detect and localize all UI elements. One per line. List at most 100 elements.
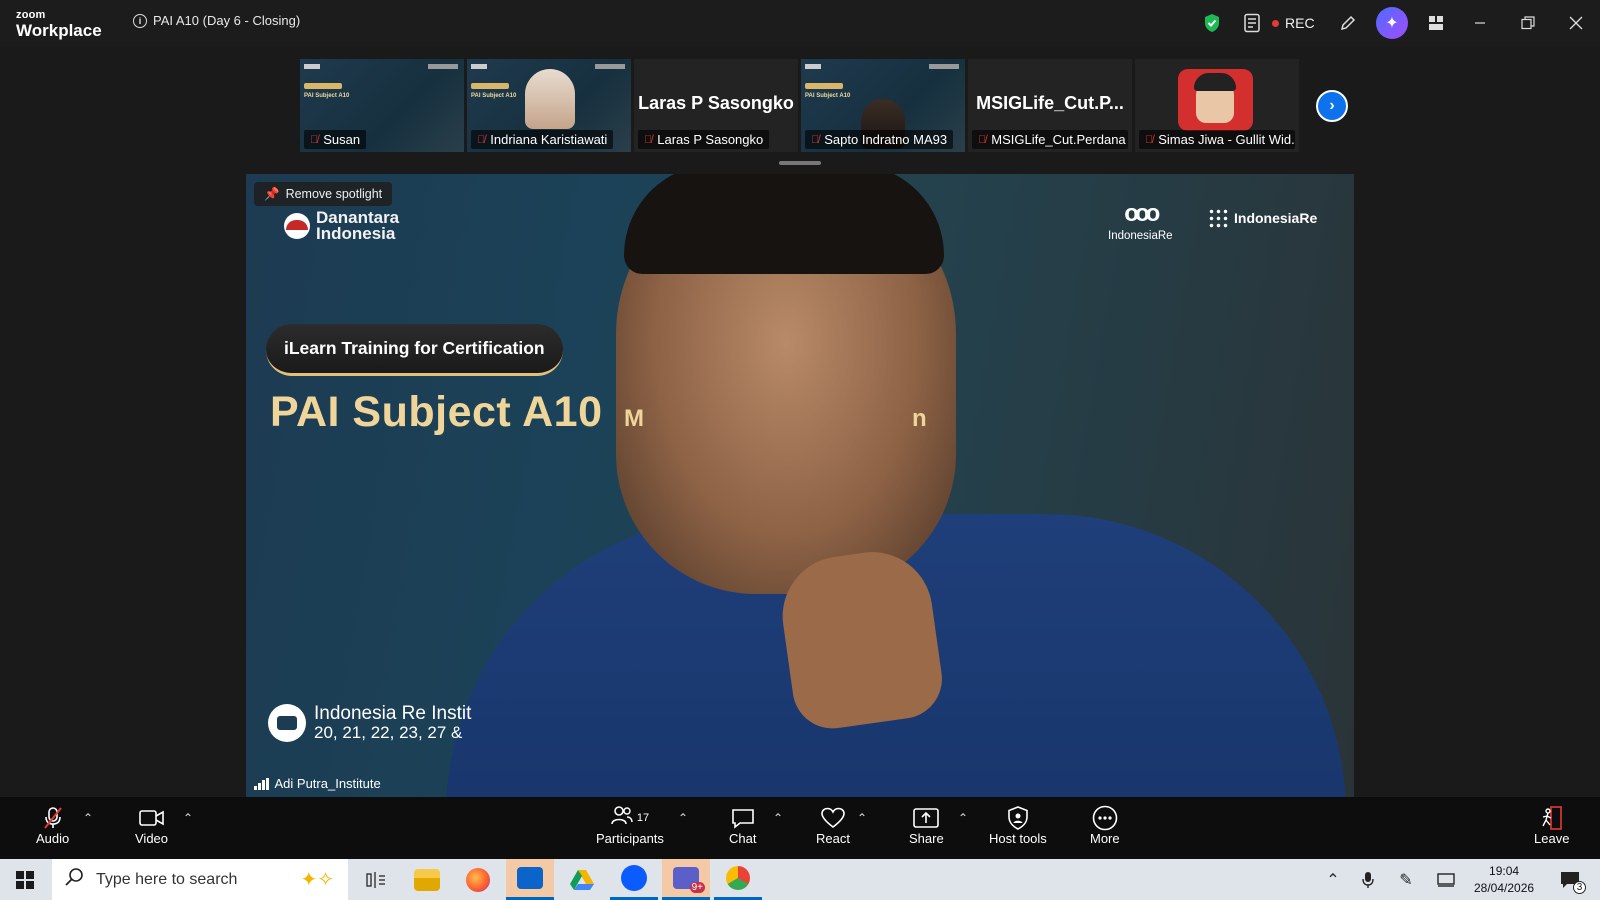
more-button[interactable]: More [1090,805,1120,846]
mic-off-icon: 🎙̸ [978,133,987,146]
participant-tile[interactable]: 🎙̸ Simas Jiwa - Gullit Wid... [1135,59,1299,152]
participant-video [525,69,575,129]
mini-logo [471,64,487,69]
participant-name: Laras P Sasongko [657,132,764,147]
remove-spotlight-button[interactable]: 📌 Remove spotlight [254,182,393,206]
participant-name-label: 🎙̸ Simas Jiwa - Gullit Wid... [1139,130,1295,149]
danantara-line2: Indonesia [316,224,396,244]
indonesia-re-institute-name: IndonesiaRe [1234,210,1318,226]
pen-icon[interactable]: ✎ [1392,859,1420,900]
mini-logo [304,64,320,69]
participant-tile[interactable]: PAI Subject A10 🎙̸ Sapto Indratno MA93 [801,59,965,152]
gallery-resize-handle[interactable] [779,161,821,165]
mic-off-icon [42,805,64,831]
participant-tile[interactable]: PAI Subject A10 🎙̸ Susan [300,59,464,152]
file-explorer-icon[interactable] [403,859,451,900]
leave-door-icon [1540,805,1564,831]
participant-tile[interactable]: MSIGLife_Cut.P... 🎙̸ MSIGLife_Cut.Perdana [968,59,1132,152]
ai-companion-icon[interactable]: ✦ [1376,7,1408,39]
mini-slide-title: PAI Subject A10 [805,93,851,99]
mic-off-icon: 🎙̸ [811,133,820,146]
info-icon[interactable]: i [133,13,147,28]
participants-options-caret[interactable]: ⌃ [678,811,688,825]
pencil-icon[interactable] [1328,0,1368,46]
footer-line1: Indonesia Re Instit [314,703,472,725]
react-label: React [816,831,850,846]
shield-check-icon[interactable] [1192,0,1232,46]
notifications-icon[interactable]: 3 [1552,859,1588,900]
indonesia-re-logo: ooo IndonesiaRe [1108,200,1173,242]
apps-icon[interactable] [1416,0,1456,46]
participant-name: MSIGLife_Cut.Perdana [991,132,1126,147]
mini-slide-title: PAI Subject A10 [471,93,517,99]
participant-name-label: 🎙̸ MSIGLife_Cut.Perdana [972,130,1128,149]
subject-title: PAI Subject A10 [270,388,603,436]
teams-icon[interactable]: 9+ [662,859,710,900]
audio-button[interactable]: Audio [36,805,69,846]
subject-subtitle-end: n [912,405,927,432]
dots-grid-icon [1208,208,1228,228]
participant-gallery: PAI Subject A10 🎙̸ Susan PAI Subject A10 … [300,59,1299,152]
heart-icon [821,805,845,831]
share-options-caret[interactable]: ⌃ [958,811,968,825]
outlook-icon[interactable] [506,859,554,900]
share-label: Share [909,831,944,846]
participant-tile[interactable]: Laras P Sasongko 🎙̸ Laras P Sasongko [634,59,798,152]
react-options-caret[interactable]: ⌃ [857,811,867,825]
taskbar-clock[interactable]: 19:04 28/04/2026 [1474,863,1534,897]
participants-button[interactable]: 17 Participants [596,805,664,846]
firefox-icon[interactable] [454,859,502,900]
notes-icon[interactable] [1232,0,1272,46]
taskbar-search-box[interactable]: Type here to search ✦✧ [52,859,348,900]
mic-off-icon: 🎙̸ [644,133,653,146]
danantara-logo: Danantara Indonesia [284,209,399,244]
mini-logo [929,64,959,69]
participant-tile[interactable]: PAI Subject A10 🎙̸ Indriana Karistiawati [467,59,631,152]
google-drive-icon[interactable] [558,859,606,900]
leave-button[interactable]: Leave [1534,805,1569,846]
chevron-right-icon: › [1329,97,1335,114]
chevron-up-icon[interactable]: ⌃ [1318,859,1348,900]
minimize-icon[interactable] [1456,0,1504,46]
meeting-info[interactable]: i PAI A10 (Day 6 - Closing) [133,13,300,28]
mini-tag [304,83,342,89]
react-button[interactable]: React [816,805,850,846]
participant-big-name: MSIGLife_Cut.P... [976,93,1124,113]
participant-name: Simas Jiwa - Gullit Wid... [1158,132,1295,147]
host-tools-button[interactable]: Host tools [989,805,1047,846]
gallery-next-button[interactable]: › [1316,90,1348,122]
display-icon[interactable] [1432,859,1460,900]
recording-indicator[interactable]: REC [1272,15,1328,31]
mic-off-icon: 🎙̸ [477,133,486,146]
video-options-caret[interactable]: ⌃ [183,811,193,825]
restore-icon[interactable] [1504,0,1552,46]
chrome-icon[interactable] [714,859,762,900]
signal-strength-icon [254,777,269,790]
participant-big-name: Laras P Sasongko [638,93,794,113]
search-placeholder: Type here to search [96,870,238,888]
participants-count: 17 [636,812,650,824]
mini-logo [595,64,625,69]
shield-icon [1007,805,1029,831]
participant-name-label: 🎙̸ Indriana Karistiawati [471,130,614,149]
mini-slide-title: PAI Subject A10 [304,93,350,99]
participant-name: Sapto Indratno MA93 [824,132,948,147]
close-icon[interactable] [1552,0,1600,46]
microphone-icon[interactable] [1354,859,1382,900]
zoom-app-icon[interactable] [610,859,658,900]
task-view-icon[interactable] [352,859,400,900]
mic-off-icon: 🎙̸ [1145,133,1154,146]
participant-name: Susan [323,132,361,147]
participants-icon [611,805,633,831]
speaker-name-label: Adi Putra_Institute [250,774,385,793]
chat-options-caret[interactable]: ⌃ [773,811,783,825]
meeting-title: PAI A10 (Day 6 - Closing) [153,13,301,28]
chat-button[interactable]: Chat [729,805,756,846]
windows-start-icon[interactable] [16,871,34,889]
video-button[interactable]: Video [135,805,168,846]
share-button[interactable]: Share [909,805,944,846]
record-icon [1272,19,1279,27]
video-icon [268,704,306,742]
audio-options-caret[interactable]: ⌃ [83,811,93,825]
participant-name: Indriana Karistiawati [490,132,608,147]
